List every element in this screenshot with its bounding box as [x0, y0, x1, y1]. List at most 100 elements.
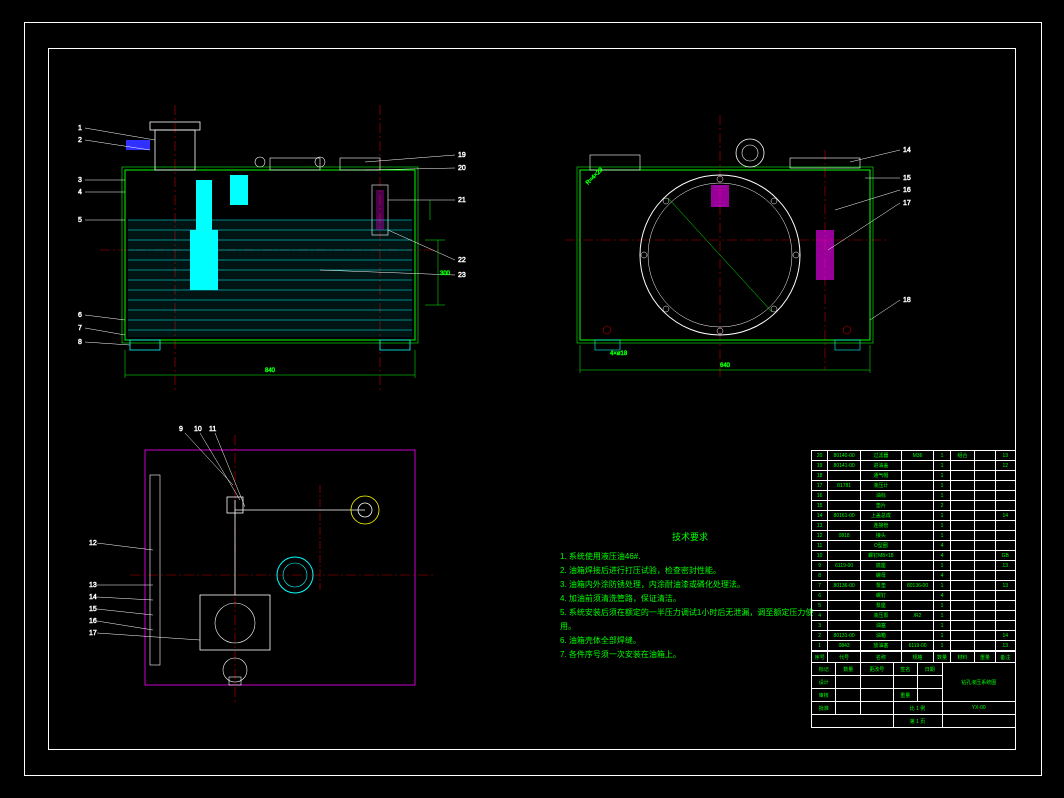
bom-cell: 4	[934, 571, 950, 581]
bom-cell	[975, 491, 995, 501]
note-line: 2. 油箱焊接后进行打压试验，检查密封性能。	[560, 564, 820, 578]
bom-cell: 11	[812, 541, 828, 551]
bom-row: 10螺钉M8×184GB	[812, 551, 1016, 561]
bom-cell: 9	[812, 561, 828, 571]
bom-cell	[975, 601, 995, 611]
bom-cell	[995, 491, 1015, 501]
svg-text:13: 13	[89, 582, 97, 589]
bom-cell	[950, 551, 974, 561]
bom-table: 2080140-00过滤器M361组合131980141-00进油盖11218通…	[811, 450, 1016, 651]
bom-cell: 7	[812, 581, 828, 591]
bom-cell: 5	[812, 601, 828, 611]
title-block: 2080140-00过滤器M361组合131980141-00进油盖11218通…	[811, 450, 1016, 750]
bom-cell	[995, 591, 1015, 601]
bom-cell: 1	[934, 471, 950, 481]
svg-text:17: 17	[89, 630, 97, 637]
note-line: 1. 系统使用液压油46#.	[560, 550, 820, 564]
bom-cell	[950, 641, 974, 651]
bom-row: 780136-00泵垫80136-00113	[812, 581, 1016, 591]
bom-row: 8螺母4	[812, 571, 1016, 581]
bom-cell: 16	[812, 491, 828, 501]
bom-cell: 上盖总成	[860, 511, 901, 521]
bom-cell	[995, 521, 1015, 531]
bom-cell	[901, 621, 934, 631]
bom-cell	[828, 491, 861, 501]
bom-cell: 1	[934, 641, 950, 651]
bom-cell	[995, 501, 1015, 511]
bom-cell: 0843	[828, 641, 861, 651]
notes-title: 技术要求	[560, 530, 820, 544]
bom-cell	[901, 601, 934, 611]
bom-cell	[975, 581, 995, 591]
bom-cell: 80161-00	[828, 511, 861, 521]
bom-cell	[950, 541, 974, 551]
bom-cell	[975, 461, 995, 471]
bom-cell: 13	[995, 581, 1015, 591]
bom-cell	[995, 611, 1015, 621]
bom-cell	[995, 621, 1015, 631]
bom-cell	[950, 471, 974, 481]
bom-cell: 螺钉	[860, 591, 901, 601]
bom-cell	[901, 481, 934, 491]
bom-cell: /R2	[901, 611, 934, 621]
note-line: 6. 油箱壳体全部焊缝。	[560, 634, 820, 648]
bom-cell	[901, 551, 934, 561]
bom-cell: 液压计	[860, 481, 901, 491]
bom-cell: 14	[995, 511, 1015, 521]
bom-cell: 垫片	[860, 501, 901, 511]
bom-cell: 1	[934, 561, 950, 571]
bom-cell: 15	[812, 501, 828, 511]
bom-cell: 连接管	[860, 521, 901, 531]
bom-cell: 组合	[950, 451, 974, 461]
bom-cell	[950, 491, 974, 501]
bom-cell: 14	[812, 511, 828, 521]
bom-row: 13连接管1	[812, 521, 1016, 531]
bom-cell	[995, 481, 1015, 491]
bom-cell	[950, 581, 974, 591]
svg-text:14: 14	[89, 594, 97, 601]
bom-cell: 6119-00	[828, 561, 861, 571]
bom-cell	[995, 471, 1015, 481]
bom-cell	[975, 591, 995, 601]
bom-row: 1480161-00上盖总成114	[812, 511, 1016, 521]
bom-row: 15 垫片 2	[812, 501, 1016, 511]
bom-cell	[901, 571, 934, 581]
bom-cell: GB	[995, 551, 1015, 561]
bom-cell	[995, 571, 1015, 581]
bom-cell: 13	[995, 641, 1015, 651]
bom-cell	[975, 501, 995, 511]
bom-cell	[828, 471, 861, 481]
title-block-lower: 标记 数量 更改号 签名 日期 钻孔液压系统图 设计 审核重量 批准 比 1 例…	[811, 662, 1016, 728]
bom-cell	[975, 571, 995, 581]
bom-cell	[828, 551, 861, 561]
bom-cell	[975, 611, 995, 621]
bom-row: 1781781液压计1	[812, 481, 1016, 491]
bom-cell	[901, 561, 934, 571]
bom-cell	[950, 511, 974, 521]
bom-cell: 80131-00	[828, 631, 861, 641]
bom-cell: 1	[934, 601, 950, 611]
bom-cell	[950, 461, 974, 471]
bom-cell: 1	[812, 641, 828, 651]
bom-cell: 螺钉M8×18	[860, 551, 901, 561]
note-line: 4. 加油前须清洗管路，保证清洁。	[560, 592, 820, 606]
bom-cell: 2	[812, 631, 828, 641]
bom-cell	[950, 481, 974, 491]
bom-cell	[828, 601, 861, 611]
svg-text:15: 15	[89, 606, 97, 613]
bom-cell	[901, 531, 934, 541]
bom-cell	[975, 471, 995, 481]
bom-cell: 1	[934, 461, 950, 471]
bom-cell: 1	[934, 511, 950, 521]
bom-cell: 接头	[860, 531, 901, 541]
bom-cell	[950, 591, 974, 601]
bom-cell	[901, 461, 934, 471]
bom-cell: 2	[934, 501, 950, 511]
bom-cell: 13	[812, 521, 828, 531]
bom-cell	[901, 541, 934, 551]
bom-cell	[950, 571, 974, 581]
bom-cell: 过滤器	[860, 451, 901, 461]
svg-text:9: 9	[179, 426, 183, 433]
bom-cell	[828, 541, 861, 551]
bom-row: 120818接头1	[812, 531, 1016, 541]
